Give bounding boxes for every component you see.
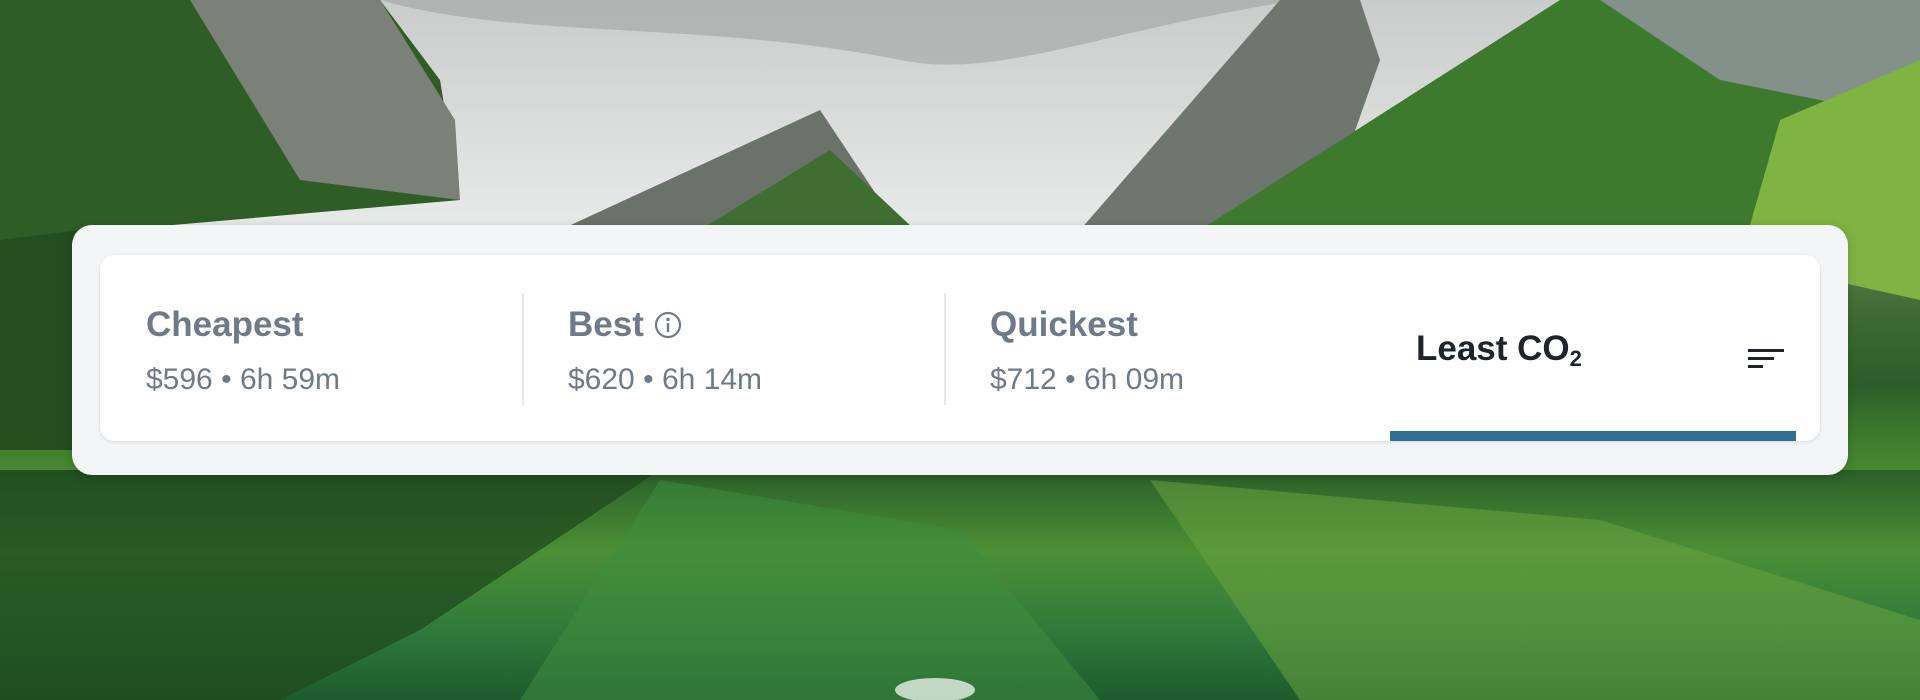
tab-best-title: Best xyxy=(568,305,682,345)
sort-options-panel: Cheapest $596 • 6h 59m Best $620 • 6h 14… xyxy=(72,225,1848,475)
tab-cheapest-summary: $596 • 6h 59m xyxy=(146,363,340,397)
tab-best-duration: 6h 14m xyxy=(661,363,763,396)
tab-quickest[interactable]: Quickest $712 • 6h 09m xyxy=(944,255,1366,441)
tab-best-price: $620 xyxy=(568,363,635,396)
tab-quickest-label: Quickest xyxy=(990,305,1138,344)
separator-dot: • xyxy=(1065,363,1076,396)
tab-cheapest-price: $596 xyxy=(146,363,213,396)
tab-best-label: Best xyxy=(568,305,644,344)
tab-least-co2-text: Least CO xyxy=(1416,329,1570,368)
tab-cheapest-label: Cheapest xyxy=(146,305,304,344)
tab-best[interactable]: Best $620 • 6h 14m xyxy=(522,255,944,441)
sort-tabs: Cheapest $596 • 6h 59m Best $620 • 6h 14… xyxy=(100,255,1820,441)
background-landscape: Cheapest $596 • 6h 59m Best $620 • 6h 14… xyxy=(0,0,1920,700)
tab-least-co2-label: Least CO2 xyxy=(1416,329,1582,372)
tab-cheapest[interactable]: Cheapest $596 • 6h 59m xyxy=(100,255,522,441)
tab-least-co2[interactable]: Least CO2 xyxy=(1366,255,1820,441)
sort-icon[interactable] xyxy=(1748,347,1784,371)
tab-quickest-title: Quickest xyxy=(990,305,1138,345)
selected-tab-indicator xyxy=(1390,431,1796,441)
info-icon[interactable] xyxy=(654,311,682,339)
tab-quickest-duration: 6h 09m xyxy=(1083,363,1185,396)
separator-dot: • xyxy=(221,363,232,396)
tab-best-summary: $620 • 6h 14m xyxy=(568,363,762,397)
tab-least-co2-title: Least CO2 xyxy=(1416,329,1582,372)
tab-quickest-summary: $712 • 6h 09m xyxy=(990,363,1184,397)
separator-dot: • xyxy=(643,363,654,396)
tab-quickest-price: $712 xyxy=(990,363,1057,396)
tab-cheapest-duration: 6h 59m xyxy=(239,363,341,396)
co2-subscript: 2 xyxy=(1569,346,1582,371)
tab-cheapest-title: Cheapest xyxy=(146,305,304,345)
